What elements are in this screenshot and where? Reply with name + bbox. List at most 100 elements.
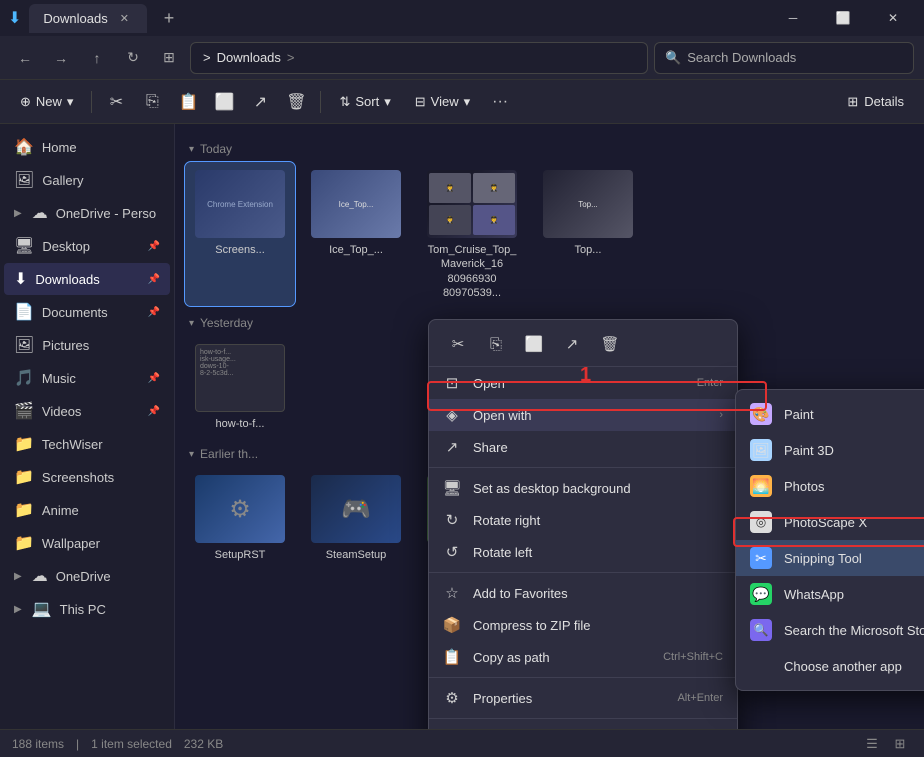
ctx-share-icon: ↗ — [443, 438, 461, 456]
toggle-earlier[interactable]: ▾ — [189, 449, 194, 460]
ctx-setdesktop[interactable]: 🖥 Set as desktop background — [429, 472, 737, 504]
search-box[interactable]: 🔍 Search Downloads — [654, 42, 914, 74]
sidebar-item-home[interactable]: 🏠 Home — [4, 131, 170, 163]
sidebar-label-downloads: Downloads — [35, 272, 99, 287]
sort-label: Sort — [355, 94, 379, 109]
sidebar-item-onedrive2[interactable]: ▶ ☁ OneDrive — [4, 560, 170, 592]
ctx-share-button[interactable]: ↗ — [557, 330, 587, 358]
main-layout: 🏠 Home 🖼 Gallery ▶ ☁ OneDrive - Perso 🖥 … — [0, 124, 924, 729]
submenu-anotherapp[interactable]: Choose another app — [736, 648, 924, 684]
ctx-copy-button[interactable]: ⎘ — [481, 330, 511, 358]
display-mode-button[interactable]: ⊞ — [154, 43, 184, 73]
status-view-controls: ☰ ⊞ — [860, 733, 912, 755]
expand-icon-onedrive2: ▶ — [14, 571, 22, 582]
sidebar-item-anime[interactable]: 📁 Anime — [4, 494, 170, 526]
share-button[interactable]: ↗ — [244, 86, 276, 118]
details-button[interactable]: ⊞ Details — [837, 89, 914, 115]
ctx-sendnearby[interactable]: 📡 Send with Nearby Share — [429, 723, 737, 729]
view-button[interactable]: ⊟ View ▾ — [405, 89, 480, 115]
ctx-compress[interactable]: 📦 Compress to ZIP file — [429, 609, 737, 641]
music-icon: 🎵 — [14, 368, 34, 388]
submenu-photos[interactable]: 🌅 Photos — [736, 468, 924, 504]
restore-button[interactable]: ⬜ — [820, 3, 866, 33]
status-bar: 188 items | 1 item selected 232 KB ☰ ⊞ — [0, 729, 924, 757]
toggle-today[interactable]: ▾ — [189, 144, 194, 155]
sidebar-item-gallery[interactable]: 🖼 Gallery — [4, 164, 170, 196]
file-item-steam[interactable]: 🎮 SteamSetup — [301, 467, 411, 568]
close-button[interactable]: ✕ — [870, 3, 916, 33]
submenu-whatsapp[interactable]: 💬 WhatsApp — [736, 576, 924, 612]
toggle-yesterday[interactable]: ▾ — [189, 318, 194, 329]
submenu-paint[interactable]: 🎨 Paint — [736, 396, 924, 432]
files-grid-today: Chrome Extension Screens... Ice_Top... I… — [185, 162, 914, 306]
file-item-tomcruise[interactable]: 🧑‍✈️ 🧑‍✈️ 🧑‍✈️ 🧑‍✈️ Tom_Cruise_Top_Maver… — [417, 162, 527, 306]
submenu-paint3d[interactable]: 🖼 Paint 3D — [736, 432, 924, 468]
snipping-icon: ✂ — [750, 547, 772, 569]
sidebar-item-wallpaper[interactable]: 📁 Wallpaper — [4, 527, 170, 559]
sidebar-item-videos[interactable]: 🎬 Videos 📌 — [4, 395, 170, 427]
submenu-photoscape[interactable]: ◎ PhotoScape X — [736, 504, 924, 540]
ctx-properties[interactable]: ⚙ Properties Alt+Enter — [429, 682, 737, 714]
sidebar-item-music[interactable]: 🎵 Music 📌 — [4, 362, 170, 394]
sidebar-label-videos: Videos — [42, 404, 82, 419]
delete-button[interactable]: 🗑 — [280, 86, 312, 118]
up-button[interactable]: ↑ — [82, 43, 112, 73]
sidebar-item-desktop[interactable]: 🖥 Desktop 📌 — [4, 230, 170, 262]
ctx-setdesktop-label: Set as desktop background — [473, 481, 631, 496]
sidebar-item-pictures[interactable]: 🖼 Pictures — [4, 329, 170, 361]
more-button[interactable]: ··· — [484, 86, 516, 118]
rename-button[interactable]: ⬜ — [208, 86, 240, 118]
minimize-button[interactable]: ─ — [770, 3, 816, 33]
file-item-ice[interactable]: Ice_Top... Ice_Top_... — [301, 162, 411, 306]
ctx-delete-button[interactable]: 🗑 — [595, 330, 625, 358]
sidebar-item-screenshots[interactable]: 📁 Screenshots — [4, 461, 170, 493]
ctx-rotateright-icon: ↻ — [443, 511, 461, 529]
tab-title: Downloads — [43, 11, 107, 26]
file-thumb-ice: Ice_Top... — [311, 170, 401, 238]
ctx-openwith[interactable]: ◈ Open with › — [429, 399, 737, 431]
status-size: 232 KB — [184, 737, 223, 751]
onedrive2-icon: ☁ — [32, 566, 48, 586]
ctx-addtofav-icon: ☆ — [443, 584, 461, 602]
forward-button[interactable]: → — [46, 43, 76, 73]
ctx-rotateright[interactable]: ↻ Rotate right — [429, 504, 737, 536]
address-path[interactable]: > Downloads > — [190, 42, 648, 74]
ctx-rename-button[interactable]: ⬜ — [519, 330, 549, 358]
file-item-topgun2[interactable]: Top... Top... — [533, 162, 643, 306]
file-item-setuprst[interactable]: ⚙ SetupRST — [185, 467, 295, 568]
ctx-open[interactable]: ⊡ Open Enter — [429, 367, 737, 399]
file-item-article[interactable]: how-to-f...isk-usage...dows-10-8-2-5c3d.… — [185, 336, 295, 437]
submenu-photoscape-label: PhotoScape X — [784, 515, 867, 530]
view-icon: ⊟ — [415, 94, 426, 110]
photos-icon: 🌅 — [750, 475, 772, 497]
ctx-cut-button[interactable]: ✂ — [443, 330, 473, 358]
sidebar-item-documents[interactable]: 📄 Documents 📌 — [4, 296, 170, 328]
ctx-sep3 — [429, 677, 737, 678]
ctx-addtofav[interactable]: ☆ Add to Favorites — [429, 577, 737, 609]
cut-button[interactable]: ✂ — [100, 86, 132, 118]
file-thumb-setuprst: ⚙ — [195, 475, 285, 543]
new-tab-button[interactable]: + — [155, 4, 183, 32]
ctx-open-icon: ⊡ — [443, 374, 461, 392]
sidebar-item-thispc[interactable]: ▶ 💻 This PC — [4, 593, 170, 625]
list-view-button[interactable]: ☰ — [860, 733, 884, 755]
ctx-copypath[interactable]: 📋 Copy as path Ctrl+Shift+C — [429, 641, 737, 673]
pin-icon-documents: 📌 — [148, 307, 160, 318]
grid-view-button[interactable]: ⊞ — [888, 733, 912, 755]
sort-button[interactable]: ⇅ Sort ▾ — [329, 89, 400, 115]
submenu-snipping[interactable]: ✂ Snipping Tool — [736, 540, 924, 576]
sidebar-item-techwiser[interactable]: 📁 TechWiser — [4, 428, 170, 460]
submenu-store[interactable]: 🔍 Search the Microsoft Store — [736, 612, 924, 648]
tab-close-button[interactable]: ✕ — [116, 10, 133, 27]
refresh-button[interactable]: ↻ — [118, 43, 148, 73]
back-button[interactable]: ← — [10, 43, 40, 73]
copy-button[interactable]: ⎘ — [136, 86, 168, 118]
paste-button[interactable]: 📋 — [172, 86, 204, 118]
file-item-screenshot[interactable]: Chrome Extension Screens... — [185, 162, 295, 306]
sidebar-item-downloads[interactable]: ⬇ Downloads 📌 — [4, 263, 170, 295]
ctx-rotateleft[interactable]: ↺ Rotate left — [429, 536, 737, 568]
active-tab[interactable]: Downloads ✕ — [29, 4, 147, 33]
new-button[interactable]: ⊕ New ▾ — [10, 89, 83, 115]
ctx-share[interactable]: ↗ Share — [429, 431, 737, 463]
sidebar-item-onedrive-personal[interactable]: ▶ ☁ OneDrive - Perso — [4, 197, 170, 229]
